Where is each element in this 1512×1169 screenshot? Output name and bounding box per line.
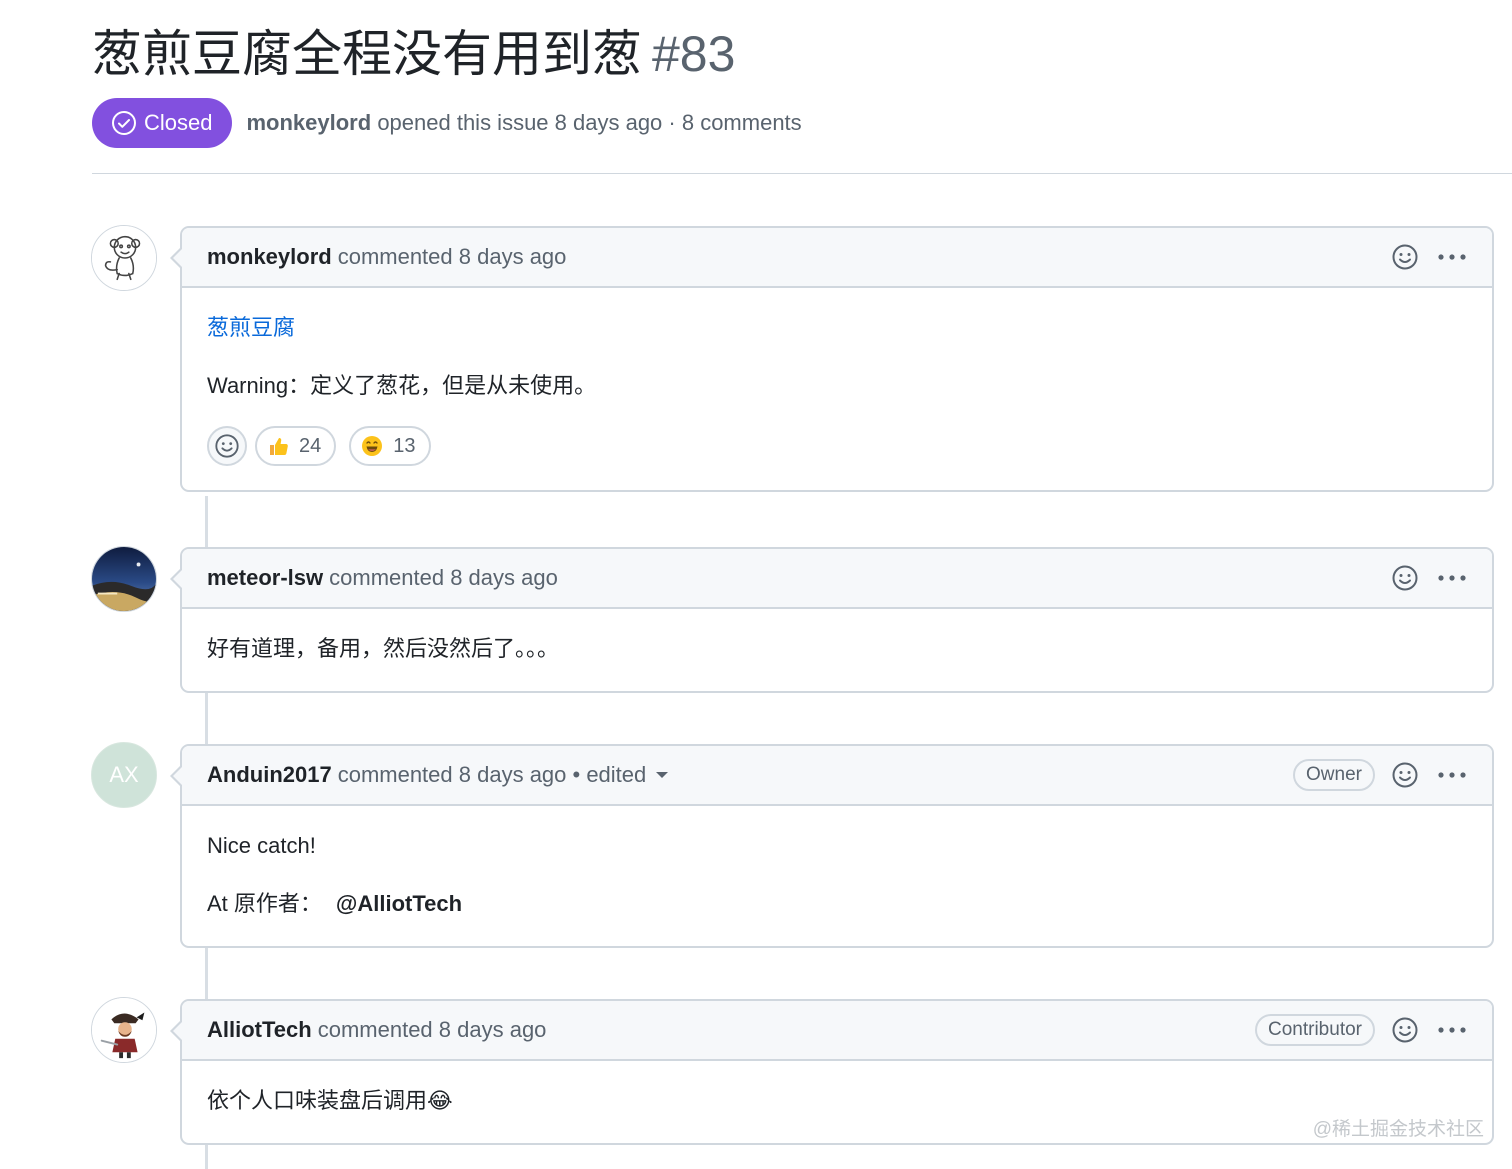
smiley-icon <box>215 434 239 458</box>
kebab-horizontal-icon <box>1438 1027 1466 1033</box>
comment-meta: commented 8 days ago <box>337 244 567 269</box>
comment-author-link[interactable]: monkeylord <box>207 244 332 270</box>
comment-header: meteor-lsw commented 8 days ago <box>182 549 1492 609</box>
comment-actions <box>1391 564 1467 592</box>
comment-meta: commented 8 days ago • edited <box>337 762 647 787</box>
comment-text-mention-line: At 原作者： @AlliotTech <box>207 886 1467 922</box>
add-reaction-button[interactable] <box>1391 1016 1419 1044</box>
comment-card: AlliotTech commented 8 days ago Contribu… <box>170 999 1494 1145</box>
reaction-laugh[interactable]: 13 <box>349 426 431 466</box>
avatar-monkeylord[interactable] <box>91 225 157 291</box>
smiley-icon <box>1392 565 1418 591</box>
owner-badge: Owner <box>1293 759 1375 791</box>
header-divider <box>92 173 1512 174</box>
comment-options-button[interactable] <box>1437 1026 1467 1034</box>
issue-meta-text: monkeylord opened this issue 8 days ago … <box>246 110 801 136</box>
comment-header: Anduin2017 commented 8 days ago • edited… <box>182 746 1492 806</box>
comment-author-link[interactable]: meteor-lsw <box>207 565 323 591</box>
laugh-emoji-icon <box>362 436 383 456</box>
reaction-count: 24 <box>299 435 322 457</box>
contributor-badge: Contributor <box>1255 1014 1375 1046</box>
comment-author-link[interactable]: AlliotTech <box>207 1017 312 1043</box>
comment-text-prefix: At 原作者： <box>207 891 322 916</box>
user-mention-link[interactable]: @AlliotTech <box>336 891 462 916</box>
avatar-alliottech[interactable] <box>91 997 157 1063</box>
issue-meta-detail: opened this issue 8 days ago · 8 comment… <box>377 110 802 135</box>
issue-title: 葱煎豆腐全程没有用到葱 #83 <box>92 20 1512 88</box>
kebab-horizontal-icon <box>1438 772 1466 778</box>
reaction-count: 13 <box>393 435 416 457</box>
issue-title-text: 葱煎豆腐全程没有用到葱 <box>92 26 642 82</box>
comment-meta: commented 8 days ago <box>329 565 558 590</box>
comment-header: monkeylord commented 8 days ago <box>182 228 1492 288</box>
comment-actions <box>1391 243 1467 271</box>
issue-header: 葱煎豆腐全程没有用到葱 #83 Closed monkeylord opened … <box>92 20 1512 148</box>
body-link[interactable]: 葱煎豆腐 <box>207 315 295 340</box>
issue-author-link[interactable]: monkeylord <box>246 110 371 135</box>
comment-card: Anduin2017 commented 8 days ago • edited… <box>170 744 1494 948</box>
watermark: @稀土掘金技术社区 <box>1312 1119 1484 1140</box>
thumbs-up-icon <box>270 438 288 455</box>
reactions-bar: 24 13 <box>207 426 1467 466</box>
issue-meta-row: Closed monkeylord opened this issue 8 da… <box>92 98 802 148</box>
comment-meta: commented 8 days ago <box>317 1017 547 1042</box>
avatar-anduin2017[interactable]: AX <box>91 742 157 808</box>
monkey-sketch-avatar-icon <box>92 226 156 290</box>
comment-options-button[interactable] <box>1437 771 1467 779</box>
comment-text: Warning：定义了葱花，但是从未使用。 <box>207 373 597 398</box>
comment-body: 依个人口味装盘后调用😂 <box>182 1061 1492 1143</box>
check-circle-icon <box>112 111 136 135</box>
comment-actions: Contributor <box>1255 1014 1467 1046</box>
edited-history-dropdown[interactable] <box>656 772 669 778</box>
comment-body: Nice catch! At 原作者： @AlliotTech <box>182 806 1492 946</box>
comment-options-button[interactable] <box>1437 253 1467 261</box>
comment-text: 好有道理，备用，然后没然后了。。。 <box>207 636 560 661</box>
comment-card: meteor-lsw commented 8 days ago 好有道理，备用，… <box>170 547 1494 693</box>
comment-author-link[interactable]: Anduin2017 <box>207 762 332 788</box>
comment-text: Nice catch! <box>207 833 316 858</box>
smiley-icon <box>1392 762 1418 788</box>
add-reaction-button[interactable] <box>1391 761 1419 789</box>
comment-text: 依个人口味装盘后调用😂 <box>207 1088 453 1113</box>
comment-options-button[interactable] <box>1437 574 1467 582</box>
comment-body: 葱煎豆腐 Warning：定义了葱花，但是从未使用。 24 13 <box>182 288 1492 490</box>
add-reaction-button[interactable] <box>1391 564 1419 592</box>
comment-actions: Owner <box>1293 759 1467 791</box>
issue-state-label: Closed <box>144 110 213 135</box>
comment-body: 好有道理，备用，然后没然后了。。。 <box>182 609 1492 691</box>
smiley-icon <box>1392 1017 1418 1043</box>
kebab-horizontal-icon <box>1438 254 1466 260</box>
pirate-character-avatar-icon <box>92 998 156 1062</box>
reaction-thumbs-up[interactable]: 24 <box>255 426 337 466</box>
issue-number: #83 <box>652 26 736 82</box>
night-landscape-avatar-icon <box>92 547 156 611</box>
comment-header: AlliotTech commented 8 days ago Contribu… <box>182 1001 1492 1061</box>
kebab-horizontal-icon <box>1438 575 1466 581</box>
smiley-icon <box>1392 244 1418 270</box>
issue-state-badge: Closed <box>92 98 233 148</box>
add-reaction-button[interactable] <box>1391 243 1419 271</box>
avatar-meteor-lsw[interactable] <box>91 546 157 612</box>
comment-card: monkeylord commented 8 days ago 葱煎豆腐 War… <box>170 226 1494 492</box>
reaction-picker-button[interactable] <box>207 426 247 466</box>
